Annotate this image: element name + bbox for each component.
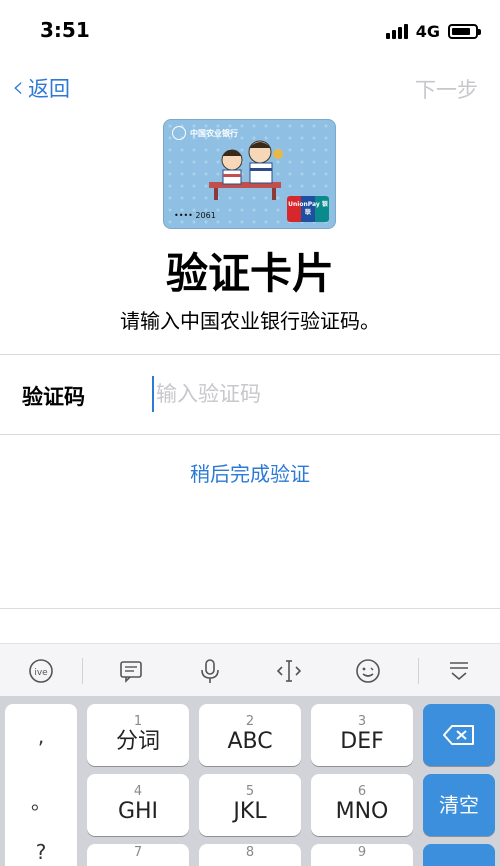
bank-card-image: 中国农业银行 •••• 2061 UnionPay 银联 [163, 119, 336, 229]
key-label: ABC [227, 729, 273, 754]
key-number: 8 [245, 845, 255, 860]
toolbar-divider [418, 658, 419, 684]
key-6[interactable]: 6 MNO [311, 774, 413, 836]
delete-key[interactable] [423, 704, 495, 766]
microphone-icon[interactable] [193, 654, 227, 688]
key-number: 6 [357, 784, 367, 799]
network-type: 4G [415, 21, 440, 41]
key-1[interactable]: 1 分词 [87, 704, 189, 766]
page-subtitle: 请输入中国农业银行验证码。 [120, 309, 380, 333]
divider [0, 354, 500, 355]
status-bar: 3:51 4G [0, 0, 500, 60]
key-5[interactable]: 5 JKL [199, 774, 301, 836]
key-9[interactable]: 9 [311, 844, 413, 866]
key-number: 7 [133, 845, 143, 860]
key-number: 9 [357, 845, 367, 860]
divider [0, 434, 500, 435]
backspace-icon [443, 725, 474, 745]
input-method-icon[interactable]: ive [24, 654, 58, 688]
keyboard-toolbar: ive [0, 643, 500, 696]
divider [0, 608, 500, 609]
bank-emblem-icon [172, 126, 186, 140]
key-label: MNO [335, 799, 389, 824]
page-title: 验证卡片 [165, 249, 334, 298]
cursor-move-icon[interactable] [272, 654, 306, 688]
keyboard: , 。 ? 1 分词 2 ABC 3 DEF 4 GHI 5 JKL 6 MNO… [0, 696, 500, 866]
key-number: 4 [133, 784, 143, 799]
hide-keyboard-icon[interactable] [442, 654, 476, 688]
key-label: GHI [117, 799, 159, 824]
key-7[interactable]: 7 [87, 844, 189, 866]
punct-key-comma[interactable]: , [5, 724, 77, 748]
svg-text:ive: ive [34, 668, 48, 678]
key-number: 2 [245, 714, 255, 729]
verification-code-label: 验证码 [22, 385, 85, 409]
clear-key[interactable]: 清空 [423, 774, 495, 836]
status-time: 3:51 [40, 18, 90, 42]
status-indicators: 4G [385, 20, 481, 42]
key-number: 3 [357, 714, 367, 729]
verification-code-input[interactable] [152, 376, 472, 412]
punct-key-question[interactable]: ? [5, 840, 77, 864]
key-number: 5 [245, 784, 255, 799]
key-2[interactable]: 2 ABC [199, 704, 301, 766]
key-3[interactable]: 3 DEF [311, 704, 413, 766]
clear-key-label: 清空 [439, 793, 479, 817]
unionpay-logo: UnionPay 银联 [287, 196, 329, 222]
key-label: 分词 [115, 729, 160, 754]
unionpay-text: UnionPay 银联 [288, 201, 328, 216]
key-label: DEF [340, 729, 384, 754]
back-button[interactable]: ‹ 返回 [12, 72, 70, 104]
next-button[interactable]: 下一步 [415, 74, 478, 104]
key-number: 1 [133, 714, 143, 729]
card-illustration [209, 140, 283, 200]
card-number: •••• 2061 [174, 211, 216, 220]
chevron-left-icon: ‹ [12, 70, 24, 105]
key-8[interactable]: 8 [199, 844, 301, 866]
clipboard-icon[interactable] [114, 654, 148, 688]
keyboard-action-key[interactable] [423, 844, 495, 866]
back-label: 返回 [28, 77, 70, 101]
key-label: JKL [233, 799, 267, 824]
emoji-icon[interactable] [351, 654, 385, 688]
toolbar-divider [82, 658, 83, 684]
punctuation-column: , 。 ? [5, 704, 77, 866]
battery-icon [448, 23, 481, 39]
signal-icon [385, 23, 408, 39]
punct-key-period[interactable]: 。 [5, 786, 77, 815]
verify-later-link[interactable]: 稍后完成验证 [0, 458, 500, 487]
key-4[interactable]: 4 GHI [87, 774, 189, 836]
